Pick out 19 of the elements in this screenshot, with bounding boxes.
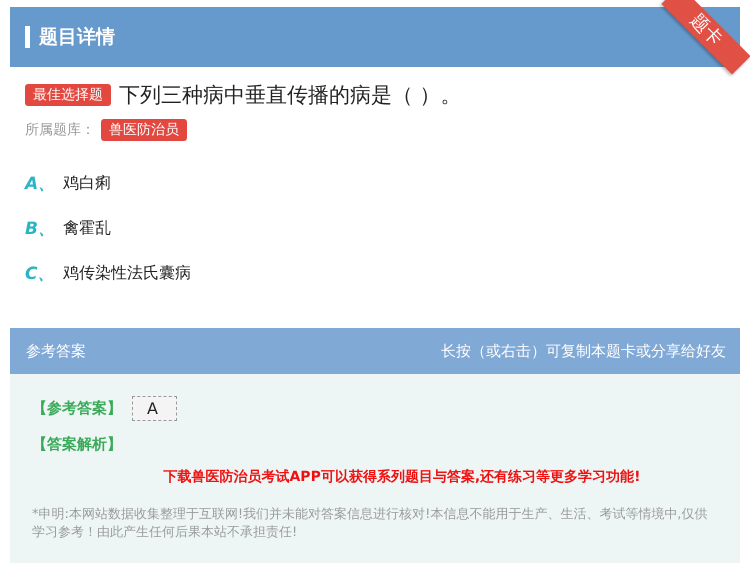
answer-title: 参考答案 <box>26 342 86 360</box>
option-text: 鸡白痢 <box>63 173 111 194</box>
option-letter: B、 <box>25 218 56 240</box>
option-letter: C、 <box>25 263 56 285</box>
option-letter: A、 <box>25 173 56 195</box>
answer-label: 【参考答案】 <box>32 399 122 418</box>
bank-tag: 兽医防治员 <box>101 119 187 141</box>
share-hint: 长按（或右击）可复制本题卡或分享给好友 <box>441 342 726 360</box>
bank-label: 所属题库： <box>25 121 95 139</box>
question-type-tag: 最佳选择题 <box>25 84 111 106</box>
page-title: 题目详情 <box>39 25 115 50</box>
option-text: 禽霍乱 <box>63 218 111 239</box>
answer-value: A <box>132 396 177 421</box>
disclaimer-text: *申明:本网站数据收集整理于互联网!我们并未能对答案信息进行核对!本信息不能用于生产、生活、考试等情境中,仅供学习参考！由此产生任何后果本站不承担责任! <box>32 506 708 542</box>
question-text: 下列三种病中垂直传播的病是（ ）。 <box>119 82 462 109</box>
title-mark <box>25 26 30 48</box>
analysis-label: 【答案解析】 <box>32 435 122 454</box>
option-text: 鸡传染性法氏囊病 <box>63 263 191 284</box>
promo-text: 下载兽医防治员考试APP可以获得系列题目与答案,还有练习等更多学习功能! <box>162 468 642 486</box>
